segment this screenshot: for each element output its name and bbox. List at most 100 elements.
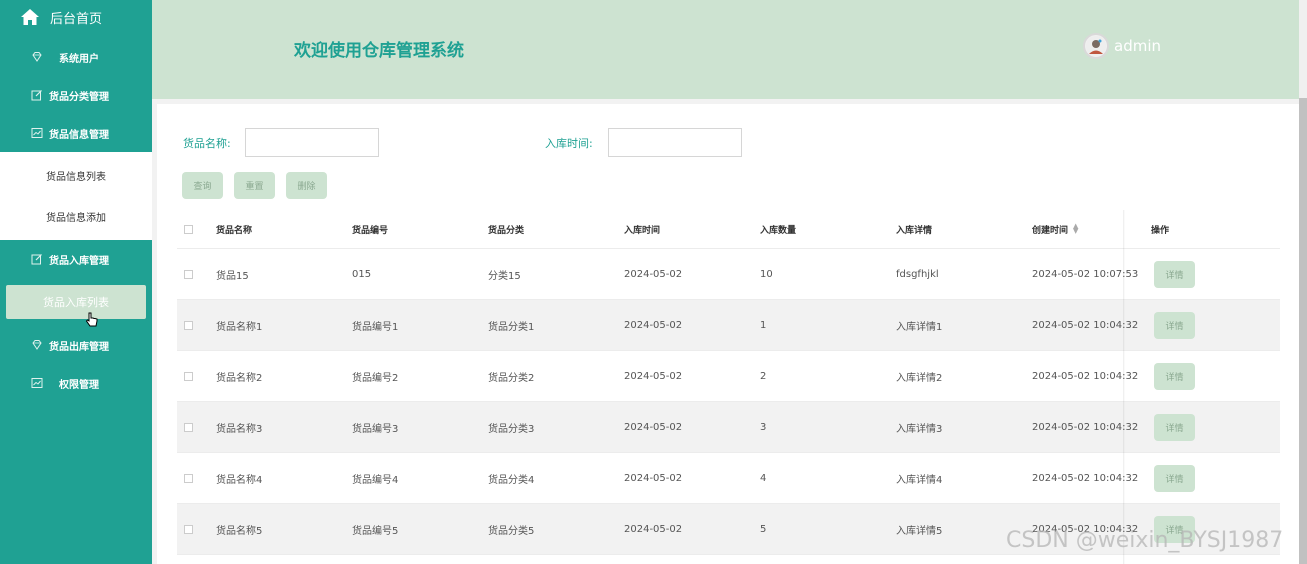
avatar-icon: [1086, 36, 1106, 56]
watermark: CSDN @weixin_BYSJ1987: [1006, 528, 1284, 553]
header-cell: 货品分类: [488, 225, 525, 236]
name-label: 货品名称:: [183, 137, 231, 150]
table-row: 货品名称3 货品编号3 货品分类3 2024-05-02 3 入库详情3 202…: [177, 402, 1280, 453]
time-input[interactable]: [608, 128, 742, 157]
submenu-item-inbound-list[interactable]: 货品入库列表: [6, 285, 146, 319]
table-cell: 货品分类5: [488, 525, 535, 537]
table-cell: 货品分类1: [488, 321, 535, 333]
content-area: 货品名称: 入库时间: 查询 重置 删除 货品名称 货品编号 货品分类 入库时间…: [152, 99, 1299, 564]
header-cell: 入库数量: [760, 225, 797, 236]
table-cell: 2024-05-02: [624, 421, 683, 433]
fixed-column-shadow: [1123, 210, 1125, 564]
table-cell: 2024-05-02: [624, 370, 683, 382]
detail-button[interactable]: 详情: [1154, 362, 1195, 390]
detail-button[interactable]: 详情: [1154, 413, 1195, 441]
row-checkbox[interactable]: [184, 422, 193, 432]
header: 欢迎使用仓库管理系统 admin: [152, 0, 1307, 99]
avatar[interactable]: [1083, 33, 1109, 59]
nav-item-label: 货品出库管理: [49, 341, 109, 353]
reset-button[interactable]: 重置: [234, 172, 275, 199]
table-cell: 3: [760, 421, 767, 433]
header-cell-sortable[interactable]: 创建时间 ▲ ▼: [1032, 210, 1078, 248]
table-cell: 货品名称4: [216, 474, 263, 486]
nav-item-permission-management[interactable]: 权限管理: [0, 364, 152, 402]
nav-home-label: 后台首页: [50, 11, 103, 27]
time-label: 入库时间:: [545, 137, 593, 150]
nav-item-label: 货品入库管理: [49, 255, 109, 267]
row-checkbox[interactable]: [184, 320, 193, 330]
nav-item-label: 货品分类管理: [49, 91, 109, 103]
row-checkbox[interactable]: [184, 371, 193, 381]
query-button[interactable]: 查询: [182, 172, 223, 199]
nav-item-label: 权限管理: [59, 379, 99, 391]
nav-item-outbound-management[interactable]: 货品出库管理: [0, 326, 152, 364]
table-cell: 货品名称3: [216, 423, 263, 435]
chart-icon: [31, 128, 43, 138]
table-row: 货品名称4 货品编号4 货品分类4 2024-05-02 4 入库详情4 202…: [177, 453, 1280, 504]
table-header-row: 货品名称 货品编号 货品分类 入库时间 入库数量 入库详情 创建时间 ▲ ▼ 操作: [177, 210, 1280, 249]
table-cell: 货品名称5: [216, 525, 263, 537]
header-cell-label: 创建时间: [1032, 225, 1069, 236]
nav-item-category-management[interactable]: 货品分类管理: [0, 76, 152, 114]
nav-item-system-users[interactable]: 系统用户: [0, 38, 152, 76]
hand-cursor-icon: [85, 312, 98, 327]
table-cell: 2024-05-02: [624, 268, 683, 280]
header-cell: 操作: [1151, 225, 1170, 236]
diamond-icon: [32, 52, 42, 62]
table-cell: 5: [760, 523, 767, 535]
table-cell: 货品编号5: [352, 525, 399, 537]
sidebar: 后台首页 系统用户 货品分类管理 货品信息管理 货品信息列表 货品信息添加 货品…: [0, 0, 152, 564]
delete-button[interactable]: 删除: [286, 172, 327, 199]
nav-item-info-management[interactable]: 货品信息管理: [0, 114, 152, 152]
select-all-checkbox[interactable]: [184, 224, 193, 234]
scrollbar-thumb[interactable]: [1299, 98, 1307, 564]
table-cell: 入库详情1: [896, 321, 943, 333]
detail-button[interactable]: 详情: [1154, 311, 1195, 339]
header-cell: 入库时间: [624, 225, 661, 236]
nav-home[interactable]: 后台首页: [0, 0, 152, 34]
user-menu[interactable]: admin: [1083, 33, 1161, 59]
table-cell: 2: [760, 370, 767, 382]
submenu-item-info-list[interactable]: 货品信息列表: [6, 158, 146, 192]
table-cell: 10: [760, 268, 773, 280]
sort-icon[interactable]: ▲ ▼: [1073, 223, 1078, 235]
header-cell: 货品名称: [216, 225, 253, 236]
detail-button[interactable]: 详情: [1154, 464, 1195, 492]
nav-item-inbound-management[interactable]: 货品入库管理: [0, 240, 152, 278]
main-panel: 货品名称: 入库时间: 查询 重置 删除 货品名称 货品编号 货品分类 入库时间…: [157, 104, 1299, 564]
username: admin: [1114, 37, 1161, 55]
detail-button[interactable]: 详情: [1154, 260, 1195, 288]
table-cell: 入库详情5: [896, 525, 943, 537]
home-icon: [21, 9, 39, 25]
row-checkbox[interactable]: [184, 524, 193, 534]
table-row: 货品名称1 货品编号1 货品分类1 2024-05-02 1 入库详情1 202…: [177, 300, 1280, 351]
table-cell: 货品编号3: [352, 423, 399, 435]
table-cell: fdsgfhjkl: [896, 268, 939, 280]
data-table: 货品名称 货品编号 货品分类 入库时间 入库数量 入库详情 创建时间 ▲ ▼ 操作…: [177, 210, 1280, 555]
table-row: 货品15 015 分类15 2024-05-02 10 fdsgfhjkl 20…: [177, 249, 1280, 300]
table-cell: 入库详情4: [896, 474, 943, 486]
nav-item-label: 系统用户: [59, 53, 99, 65]
row-checkbox[interactable]: [184, 269, 193, 279]
table-cell: 入库详情3: [896, 423, 943, 435]
diamond-icon: [32, 340, 42, 350]
row-checkbox[interactable]: [184, 473, 193, 483]
table-cell: 2024-05-02: [624, 319, 683, 331]
table-cell: 货品名称1: [216, 321, 263, 333]
info-submenu: 货品信息列表 货品信息添加: [0, 152, 152, 240]
table-cell: 货品编号4: [352, 474, 399, 486]
name-input[interactable]: [245, 128, 379, 157]
table-cell: 货品分类4: [488, 474, 535, 486]
page-scrollbar[interactable]: [1299, 0, 1307, 564]
table-cell: 1: [760, 319, 767, 331]
submenu-item-info-add[interactable]: 货品信息添加: [6, 199, 146, 233]
table-cell: 货品编号1: [352, 321, 399, 333]
nav-item-label: 货品信息管理: [49, 129, 109, 141]
table-cell: 015: [352, 268, 372, 280]
edit-icon: [31, 254, 42, 265]
page-title: 欢迎使用仓库管理系统: [294, 41, 464, 61]
inbound-submenu: 货品入库列表: [0, 279, 152, 325]
header-cell: 货品编号: [352, 225, 389, 236]
table-row: 货品名称2 货品编号2 货品分类2 2024-05-02 2 入库详情2 202…: [177, 351, 1280, 402]
header-cell: 入库详情: [896, 225, 933, 236]
